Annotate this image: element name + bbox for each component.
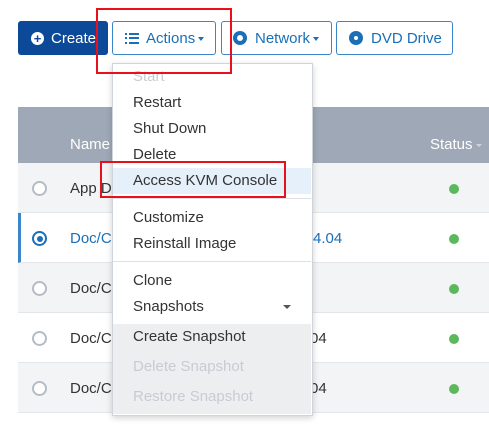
annotation-highlight-kvm	[100, 161, 286, 198]
menu-item-reinstall-image[interactable]: Reinstall Image	[113, 231, 311, 257]
server-image: 4.04	[313, 230, 343, 247]
sort-icon	[475, 143, 482, 147]
network-button-label: Network	[255, 29, 311, 47]
network-dropdown-button[interactable]: Network	[221, 21, 332, 55]
menu-item-create-snapshot[interactable]: Create Snapshot	[113, 324, 311, 350]
column-header-name[interactable]: Name	[70, 136, 110, 153]
snapshots-label: Snapshots	[133, 298, 204, 315]
row-radio[interactable]	[32, 231, 47, 246]
row-radio[interactable]	[32, 381, 47, 396]
chevron-down-icon	[313, 37, 320, 41]
menu-divider	[113, 261, 311, 262]
menu-item-restore-snapshot: Restore Snapshot	[133, 388, 254, 405]
dvd-drive-button[interactable]: DVD Drive	[336, 21, 453, 55]
dvd-button-label: DVD Drive	[371, 29, 442, 47]
actions-dropdown-menu: Start Restart Shut Down Delete Access KV…	[112, 63, 313, 416]
column-header-status[interactable]: Status	[430, 136, 482, 153]
menu-item-delete-snapshot: Delete Snapshot	[133, 358, 244, 375]
status-indicator	[449, 234, 459, 244]
plus-circle-icon: +	[31, 31, 44, 45]
menu-divider	[113, 198, 311, 199]
row-radio[interactable]	[32, 331, 47, 346]
status-indicator	[449, 284, 459, 294]
network-icon	[233, 31, 247, 45]
disc-icon	[349, 31, 363, 45]
menu-item-restart[interactable]: Restart	[113, 90, 311, 116]
create-button[interactable]: + Create	[18, 21, 108, 55]
status-indicator	[449, 384, 459, 394]
row-radio[interactable]	[32, 181, 47, 196]
annotation-highlight-actions	[96, 8, 232, 74]
row-radio[interactable]	[32, 281, 47, 296]
status-indicator	[449, 334, 459, 344]
menu-item-shut-down[interactable]: Shut Down	[113, 116, 311, 142]
menu-item-snapshots[interactable]: Snapshots	[113, 294, 311, 320]
chevron-down-icon	[283, 305, 291, 309]
create-button-label: Create	[51, 29, 97, 47]
menu-item-customize[interactable]: Customize	[113, 205, 311, 231]
menu-item-clone[interactable]: Clone	[113, 268, 311, 294]
status-indicator	[449, 184, 459, 194]
snapshots-submenu: Create Snapshot Delete Snapshot Restore …	[113, 324, 311, 414]
